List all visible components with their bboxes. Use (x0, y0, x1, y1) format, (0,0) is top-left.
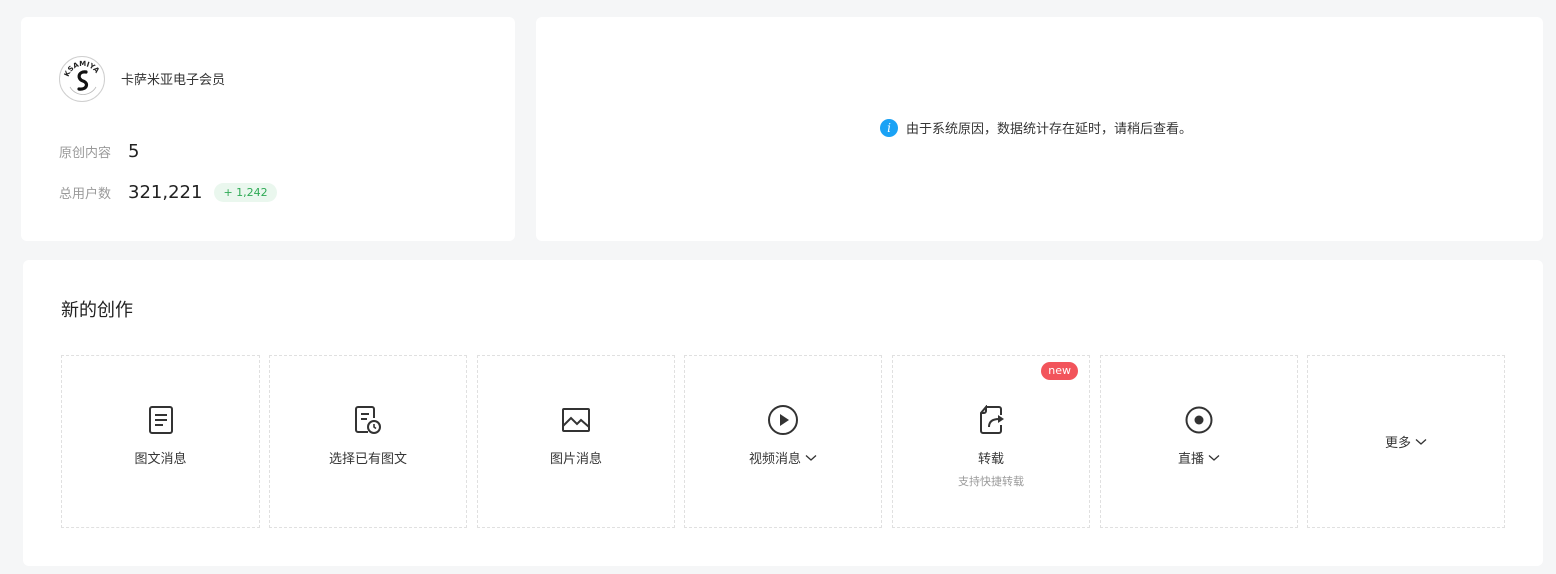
tile-label: 选择已有图文 (328, 452, 407, 467)
chevron-down-icon (1208, 454, 1220, 461)
section-title: 新的创作 (61, 300, 133, 321)
tile-label: 更多 (1384, 436, 1411, 451)
svg-text:KSAMIYA: KSAMIYA (63, 60, 101, 78)
tile-repost[interactable]: new 转载 支持快捷转载 (892, 355, 1090, 528)
tile-label: 图片消息 (549, 452, 602, 467)
chevron-down-icon (805, 454, 817, 461)
stat-original-content: 原创内容 5 (59, 141, 139, 162)
delay-notice: i 由于系统原因，数据统计存在延时，请稍后查看。 (880, 118, 1192, 137)
tile-label: 转载 (977, 452, 1004, 467)
notice-text: 由于系统原因，数据统计存在延时，请稍后查看。 (906, 122, 1193, 137)
tile-live[interactable]: 直播 (1100, 355, 1298, 528)
tile-article-message[interactable]: 图文消息 (61, 355, 260, 528)
play-icon (767, 404, 799, 436)
tile-subtitle: 支持快捷转载 (958, 475, 1024, 488)
account-card: KSAMIYA 卡萨米亚电子会员 原创内容 5 总用户数 321,221 + 1… (21, 17, 515, 241)
ksamiya-logo-icon: KSAMIYA (63, 60, 101, 95)
growth-badge: + 1,242 (214, 183, 277, 202)
repost-icon (975, 404, 1007, 436)
tile-label: 直播 (1177, 452, 1204, 467)
tile-video-message[interactable]: 视频消息 (684, 355, 882, 528)
image-icon (560, 404, 592, 436)
tile-image-message[interactable]: 图片消息 (477, 355, 675, 528)
stat-label: 原创内容 (59, 146, 112, 161)
article-icon (145, 404, 177, 436)
tile-label: 图文消息 (134, 452, 187, 467)
account-name: 卡萨米亚电子会员 (121, 73, 226, 88)
new-creation-card: 新的创作 图文消息 选择已有图文 图片消息 视频消息 new 转载 支持快捷转载… (23, 260, 1543, 566)
chevron-down-icon (1415, 438, 1427, 445)
stat-label: 总用户数 (59, 187, 112, 202)
stat-value: 5 (128, 141, 140, 162)
info-icon: i (880, 118, 898, 137)
article-history-icon (352, 404, 384, 436)
notice-card: i 由于系统原因，数据统计存在延时，请稍后查看。 (536, 17, 1543, 241)
tile-more[interactable]: 更多 (1307, 355, 1505, 528)
tile-label: 视频消息 (748, 452, 801, 467)
logo-wordmark: KSAMIYA (63, 60, 101, 78)
new-badge: new (1041, 362, 1078, 380)
live-icon (1183, 404, 1215, 436)
tile-select-existing-article[interactable]: 选择已有图文 (269, 355, 467, 528)
account-logo: KSAMIYA (59, 56, 105, 102)
stat-total-users: 总用户数 321,221 + 1,242 (59, 182, 277, 203)
stat-value: 321,221 (128, 182, 203, 203)
